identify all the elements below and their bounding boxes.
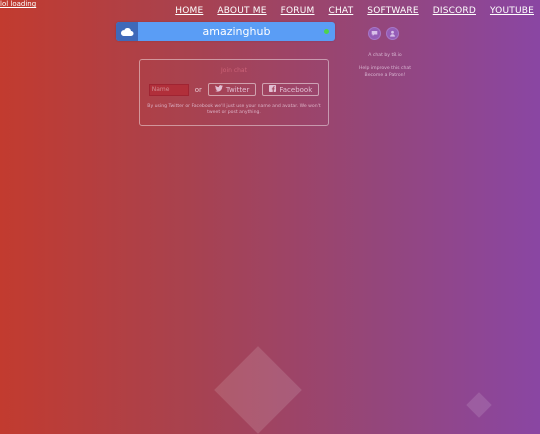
decorative-diamond-small [466, 392, 492, 418]
nav-forum[interactable]: FORUM [281, 6, 315, 16]
decorative-diamond [214, 346, 302, 434]
patron-link[interactable]: Become a Patron! [355, 73, 415, 78]
facebook-icon [269, 85, 277, 94]
login-panel: Join chat or Twitter Facebook By using T… [139, 59, 329, 126]
nav-chat[interactable]: CHAT [328, 6, 353, 16]
chat-credit[interactable]: A chat by t8.io [355, 53, 415, 58]
twitter-label: Twitter [225, 85, 250, 94]
twitter-login-button[interactable]: Twitter [207, 83, 257, 96]
chat-bubble-icon[interactable] [368, 27, 381, 40]
or-separator: or [194, 85, 202, 94]
online-status-indicator [324, 29, 329, 34]
nav-about-me[interactable]: ABOUT ME [217, 6, 266, 16]
chat-header-bar[interactable]: amazinghub [116, 22, 335, 41]
login-heading: Join chat [221, 67, 247, 74]
chat-room-title: amazinghub [202, 25, 271, 38]
login-options-row: or Twitter Facebook [140, 83, 328, 96]
name-input[interactable] [148, 83, 189, 96]
nav-software[interactable]: SOFTWARE [367, 6, 418, 16]
nav-youtube[interactable]: YOUTUBE [490, 6, 534, 16]
top-navigation: HOME ABOUT ME FORUM CHAT SOFTWARE DISCOR… [175, 6, 534, 16]
support-text: Help improve this chat [358, 66, 412, 71]
facebook-login-button[interactable]: Facebook [262, 83, 320, 96]
nav-discord[interactable]: DISCORD [433, 6, 476, 16]
twitter-icon [214, 85, 223, 94]
nav-home[interactable]: HOME [175, 6, 203, 16]
sidebar-icon-group [368, 27, 399, 40]
loading-link[interactable]: lol loading [0, 0, 36, 8]
login-privacy-note: By using Twitter or Facebook we'll just … [147, 104, 321, 115]
cloud-icon [116, 22, 138, 41]
facebook-label: Facebook [279, 85, 313, 94]
user-icon[interactable] [386, 27, 399, 40]
